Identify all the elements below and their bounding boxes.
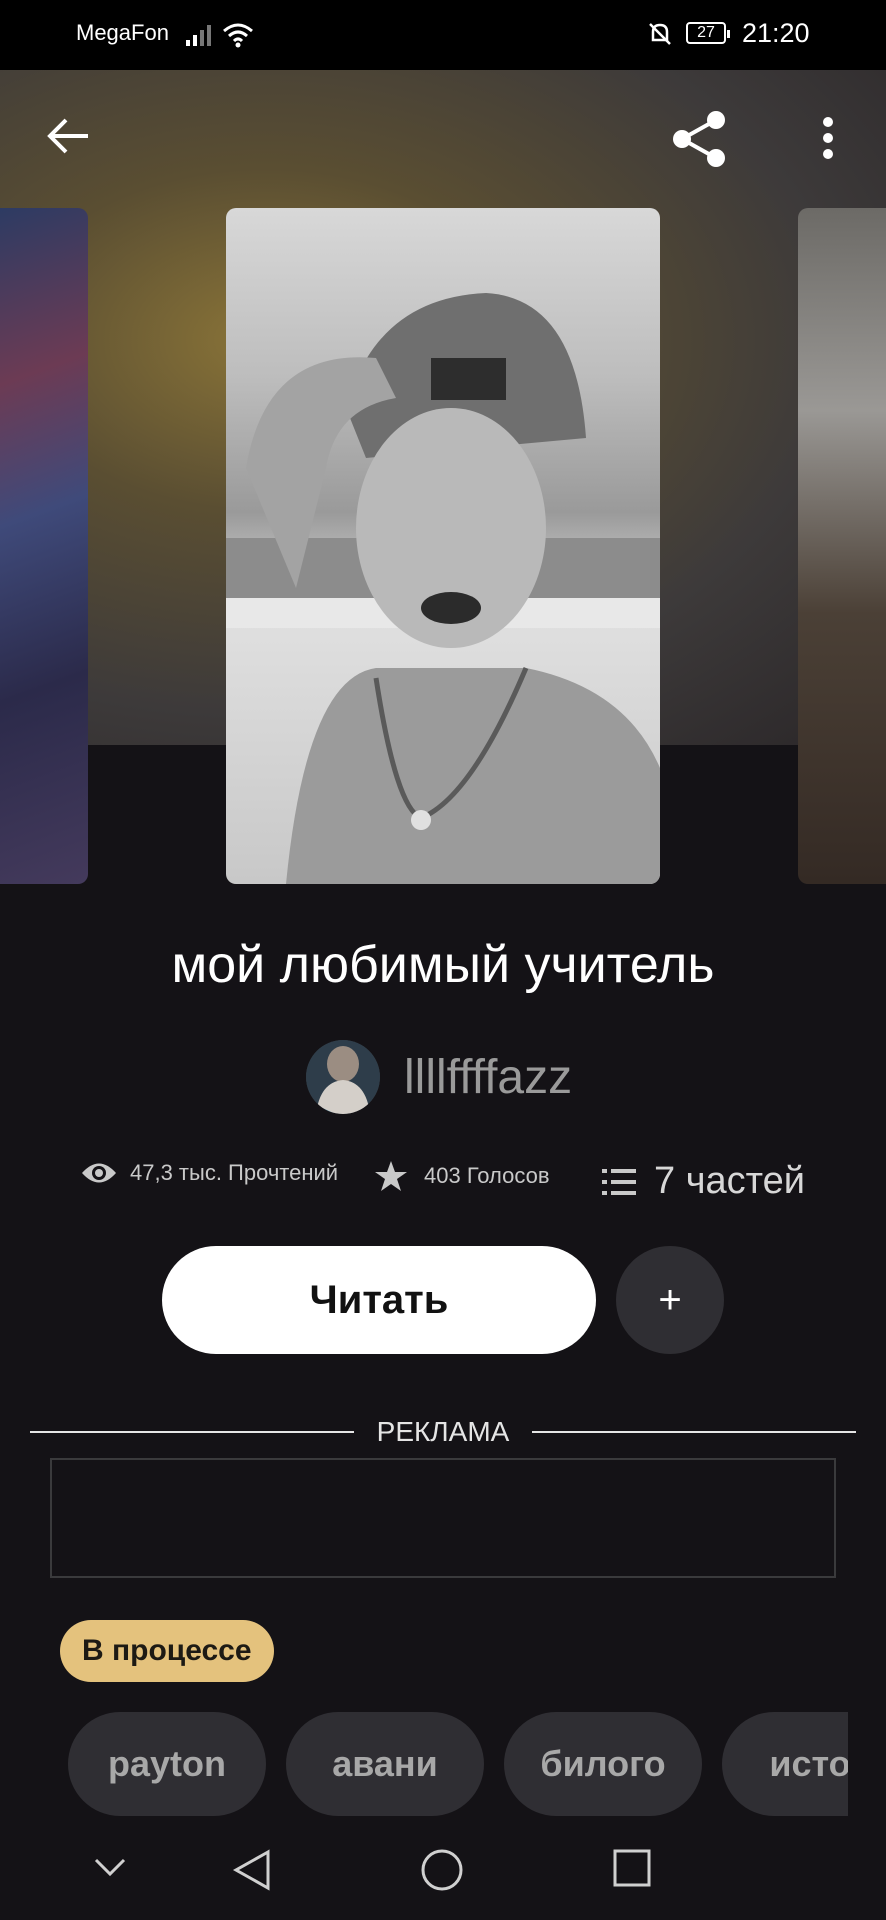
tag-chip[interactable]: билого — [504, 1712, 702, 1816]
battery-indicator: 27 — [686, 22, 730, 44]
parts-count: 7 частей — [654, 1160, 805, 1202]
cover-photo — [226, 293, 660, 884]
author-name[interactable]: llllffffazz — [404, 1050, 572, 1105]
chevron-down-icon[interactable] — [92, 1848, 128, 1884]
system-navigation-bar — [0, 1830, 886, 1920]
ad-divider-left — [30, 1431, 354, 1433]
reads-stat: 47,3 тыс. Прочтений — [80, 1160, 338, 1186]
tag-chip[interactable]: истор — [722, 1712, 848, 1816]
wifi-icon — [223, 23, 253, 48]
parts-stat[interactable]: 7 частей — [602, 1160, 805, 1203]
previous-story-cover[interactable] — [0, 208, 88, 884]
back-triangle-icon[interactable] — [232, 1848, 272, 1892]
read-button[interactable]: Читать — [162, 1246, 596, 1354]
carrier-name: MegaFon — [76, 20, 169, 45]
reads-count: 47,3 тыс. Прочтений — [130, 1160, 339, 1185]
more-vertical-icon[interactable] — [816, 116, 840, 160]
star-icon — [375, 1161, 407, 1191]
ad-slot[interactable] — [50, 1458, 836, 1578]
author-avatar[interactable] — [306, 1040, 380, 1114]
eye-icon — [82, 1163, 116, 1183]
share-icon[interactable] — [668, 108, 730, 170]
tag-chip[interactable]: payton — [68, 1712, 266, 1816]
tag-list: payton авани билого истор — [68, 1712, 848, 1816]
notifications-off-icon — [649, 23, 671, 45]
story-cover[interactable] — [226, 208, 660, 884]
status-bar: MegaFon 27 21:20 — [0, 0, 886, 70]
list-icon — [602, 1168, 636, 1195]
home-circle-icon[interactable] — [420, 1848, 464, 1892]
signal-icon — [186, 25, 211, 46]
recents-square-icon[interactable] — [612, 1848, 652, 1888]
clock: 21:20 — [742, 18, 810, 48]
status-badge: В процессе — [60, 1620, 274, 1682]
back-arrow-icon[interactable] — [46, 116, 92, 156]
next-story-cover[interactable] — [798, 208, 886, 884]
votes-count: 403 Голосов — [424, 1163, 550, 1188]
story-title: мой любимый учитель — [171, 936, 715, 994]
ad-divider-right — [532, 1431, 856, 1433]
votes-stat: 403 Голосов — [374, 1160, 550, 1192]
ad-label: РЕКЛАМА — [376, 1416, 510, 1447]
add-to-library-button[interactable]: + — [616, 1246, 724, 1354]
tag-chip[interactable]: авани — [286, 1712, 484, 1816]
